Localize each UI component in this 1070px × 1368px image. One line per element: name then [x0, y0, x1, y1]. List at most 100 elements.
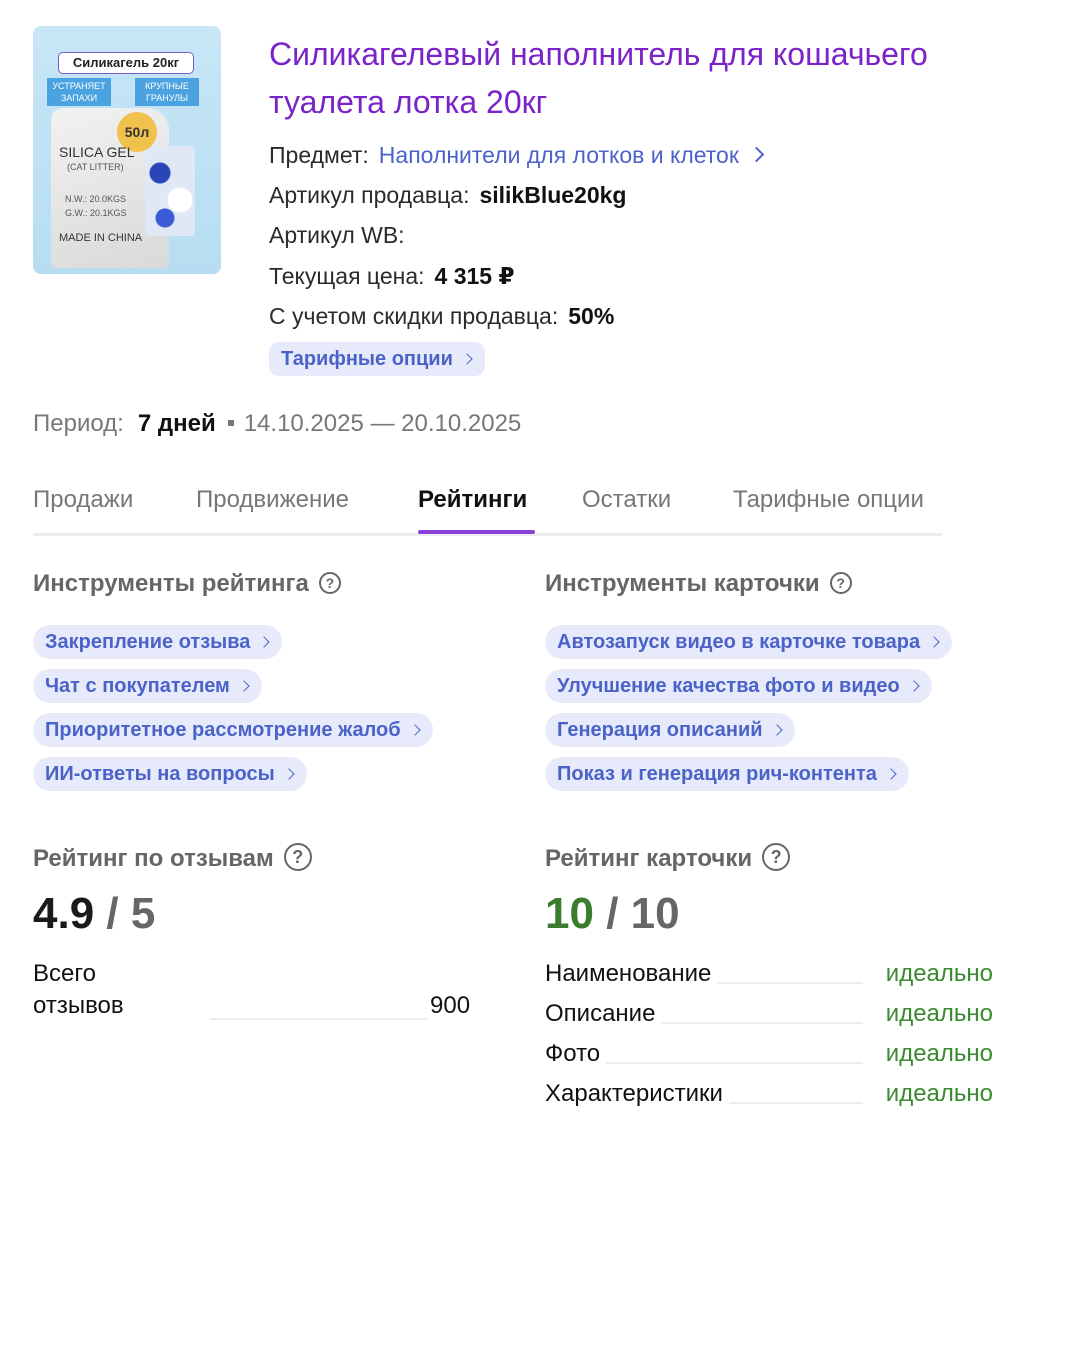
- tab-sales[interactable]: Продажи: [33, 484, 133, 516]
- score-slash: /: [606, 889, 619, 938]
- bag-subtitle: (CAT LITTER): [67, 162, 124, 172]
- subject-label: Предмет:: [269, 142, 369, 168]
- card-tool-description-generation[interactable]: Генерация описаний: [545, 713, 795, 747]
- price-label: Текущая цена:: [269, 263, 425, 289]
- card-rating-heading: Рейтинг карточки?: [545, 843, 791, 875]
- chevron-right-icon: [770, 724, 783, 736]
- pill-label: Показ и генерация рич-контента: [557, 763, 877, 785]
- pill-label: Генерация описаний: [557, 719, 763, 741]
- pill-label: ИИ-ответы на вопросы: [45, 763, 275, 785]
- wb-article-label: Артикул WB:: [269, 222, 405, 248]
- review-rating-title: Рейтинг по отзывам: [33, 845, 274, 872]
- chevron-right-icon: [408, 724, 421, 736]
- criterion-status: идеально: [885, 1000, 993, 1027]
- chevron-right-icon: [238, 680, 250, 692]
- granules-illustration: [145, 146, 195, 236]
- product-title[interactable]: Силикагелевый наполнитель для кошачьего …: [269, 30, 1039, 126]
- criterion-row: Наименование идеально: [545, 958, 993, 992]
- price-row: Текущая цена: 4 315 ₽: [269, 261, 514, 291]
- wb-article-row: Артикул WB:: [269, 220, 405, 250]
- card-rating-value: 10: [545, 889, 594, 938]
- rating-tools-list: Закрепление отзыва Чат с покупателем При…: [33, 625, 433, 801]
- pill-label: Автозапуск видео в карточке товара: [557, 631, 921, 653]
- pill-label: Чат с покупателем: [45, 675, 230, 697]
- rating-tool-ai-answers[interactable]: ИИ-ответы на вопросы: [33, 757, 307, 791]
- chevron-right-icon: [748, 146, 765, 163]
- product-image[interactable]: Силикагель 20кг УСТРАНЯЕТ ЗАПАХИ КРУПНЫЕ…: [33, 26, 221, 274]
- review-rating-heading: Рейтинг по отзывам?: [33, 843, 312, 875]
- subject-row: Предмет: Наполнители для лотков и клеток: [269, 140, 765, 170]
- tariff-options-label: Тарифные опции: [281, 348, 453, 370]
- card-tool-media-quality[interactable]: Улучшение качества фото и видео: [545, 669, 932, 703]
- criterion-status: идеально: [885, 960, 993, 987]
- card-rating-max: 10: [630, 889, 680, 938]
- total-reviews-label: Всего отзывов: [33, 960, 124, 1019]
- chevron-right-icon: [283, 768, 295, 780]
- review-rating-value: 4.9: [33, 889, 95, 938]
- tariff-options-button[interactable]: Тарифные опции: [269, 342, 485, 376]
- tab-ratings[interactable]: Рейтинги: [418, 484, 527, 516]
- criterion-name: Фото: [545, 1038, 607, 1070]
- subject-link[interactable]: Наполнители для лотков и клеток: [379, 142, 765, 168]
- image-chip-right: КРУПНЫЕ ГРАНУЛЫ: [135, 78, 199, 106]
- discount-row: С учетом скидки продавца: 50%: [269, 301, 614, 331]
- criterion-name: Наименование: [545, 958, 718, 990]
- criterion-name: Описание: [545, 998, 662, 1030]
- review-rating-score: 4.9 / 5: [33, 886, 155, 942]
- chevron-right-icon: [461, 353, 473, 365]
- period-days: 7 дней: [137, 410, 216, 437]
- bag-weight: N.W.: 20.0KGS G.W.: 20.1KGS: [65, 192, 127, 220]
- seller-article-label: Артикул продавца:: [269, 182, 470, 208]
- criterion-row: Фото идеально: [545, 1038, 993, 1072]
- question-circle-icon[interactable]: ?: [829, 572, 852, 594]
- chevron-right-icon: [258, 636, 271, 648]
- criterion-row: Характеристики идеально: [545, 1078, 993, 1112]
- period-label: Период:: [33, 410, 124, 437]
- question-circle-icon[interactable]: ?: [762, 843, 791, 871]
- question-circle-icon[interactable]: ?: [318, 572, 341, 594]
- product-header: Силикагель 20кг УСТРАНЯЕТ ЗАПАХИ КРУПНЫЕ…: [33, 26, 1043, 378]
- tab-stock[interactable]: Остатки: [582, 484, 671, 516]
- tab-tariff-options[interactable]: Тарифные опции: [733, 484, 924, 516]
- total-reviews-value: 900: [430, 992, 471, 1019]
- tab-promotion[interactable]: Продвижение: [196, 484, 349, 516]
- chevron-right-icon: [928, 636, 940, 648]
- card-tools-list: Автозапуск видео в карточке товара Улучш…: [545, 625, 953, 801]
- bag-net-weight: N.W.: 20.0KGS: [65, 194, 127, 204]
- criterion-name: Характеристики: [545, 1078, 729, 1110]
- rating-tool-priority-complaints[interactable]: Приоритетное рассмотрение жалоб: [33, 713, 433, 747]
- image-label: Силикагель 20кг: [58, 52, 194, 74]
- discount-label: С учетом скидки продавца:: [269, 303, 559, 329]
- rating-tools-heading: Инструменты рейтинга?: [33, 568, 341, 600]
- tab-bar: Продажи Продвижение Рейтинги Остатки Тар…: [33, 478, 942, 536]
- seller-article-row: Артикул продавца: silikBlue20kg: [269, 180, 626, 210]
- pill-label: Приоритетное рассмотрение жалоб: [45, 719, 401, 741]
- discount-value: 50%: [568, 303, 615, 329]
- bag-origin: MADE IN CHINA: [59, 232, 143, 244]
- leader-line: [210, 1018, 428, 1020]
- card-tool-video-autoplay[interactable]: Автозапуск видео в карточке товара: [545, 625, 953, 659]
- rating-tool-buyer-chat[interactable]: Чат с покупателем: [33, 669, 262, 703]
- active-tab-indicator: [418, 530, 535, 534]
- card-rating-title: Рейтинг карточки: [545, 845, 753, 872]
- seller-article-value: silikBlue20kg: [479, 182, 627, 208]
- question-circle-icon[interactable]: ?: [283, 843, 312, 871]
- card-tools-heading: Инструменты карточки?: [545, 568, 852, 600]
- price-value: 4 315 ₽: [434, 263, 515, 289]
- chevron-right-icon: [908, 680, 920, 692]
- bag-gross-weight: G.W.: 20.1KGS: [65, 208, 127, 218]
- image-chip-left: УСТРАНЯЕТ ЗАПАХИ: [47, 78, 111, 106]
- card-rating-score: 10 / 10: [545, 886, 680, 942]
- pill-label: Закрепление отзыва: [45, 631, 251, 653]
- period-separator: [227, 420, 234, 426]
- criterion-status: идеально: [885, 1040, 993, 1067]
- period-selector[interactable]: Период: 7 дней 14.10.2025 — 20.10.2025: [33, 408, 521, 440]
- rating-tools-title: Инструменты рейтинга: [33, 570, 309, 597]
- score-slash: /: [106, 889, 119, 938]
- chevron-right-icon: [885, 768, 897, 780]
- criterion-status: идеально: [885, 1080, 993, 1107]
- rating-tool-pin-review[interactable]: Закрепление отзыва: [33, 625, 283, 659]
- review-rating-max: 5: [130, 889, 156, 938]
- card-tool-rich-content[interactable]: Показ и генерация рич-контента: [545, 757, 909, 791]
- bag-title: SILICA GEL: [59, 144, 135, 160]
